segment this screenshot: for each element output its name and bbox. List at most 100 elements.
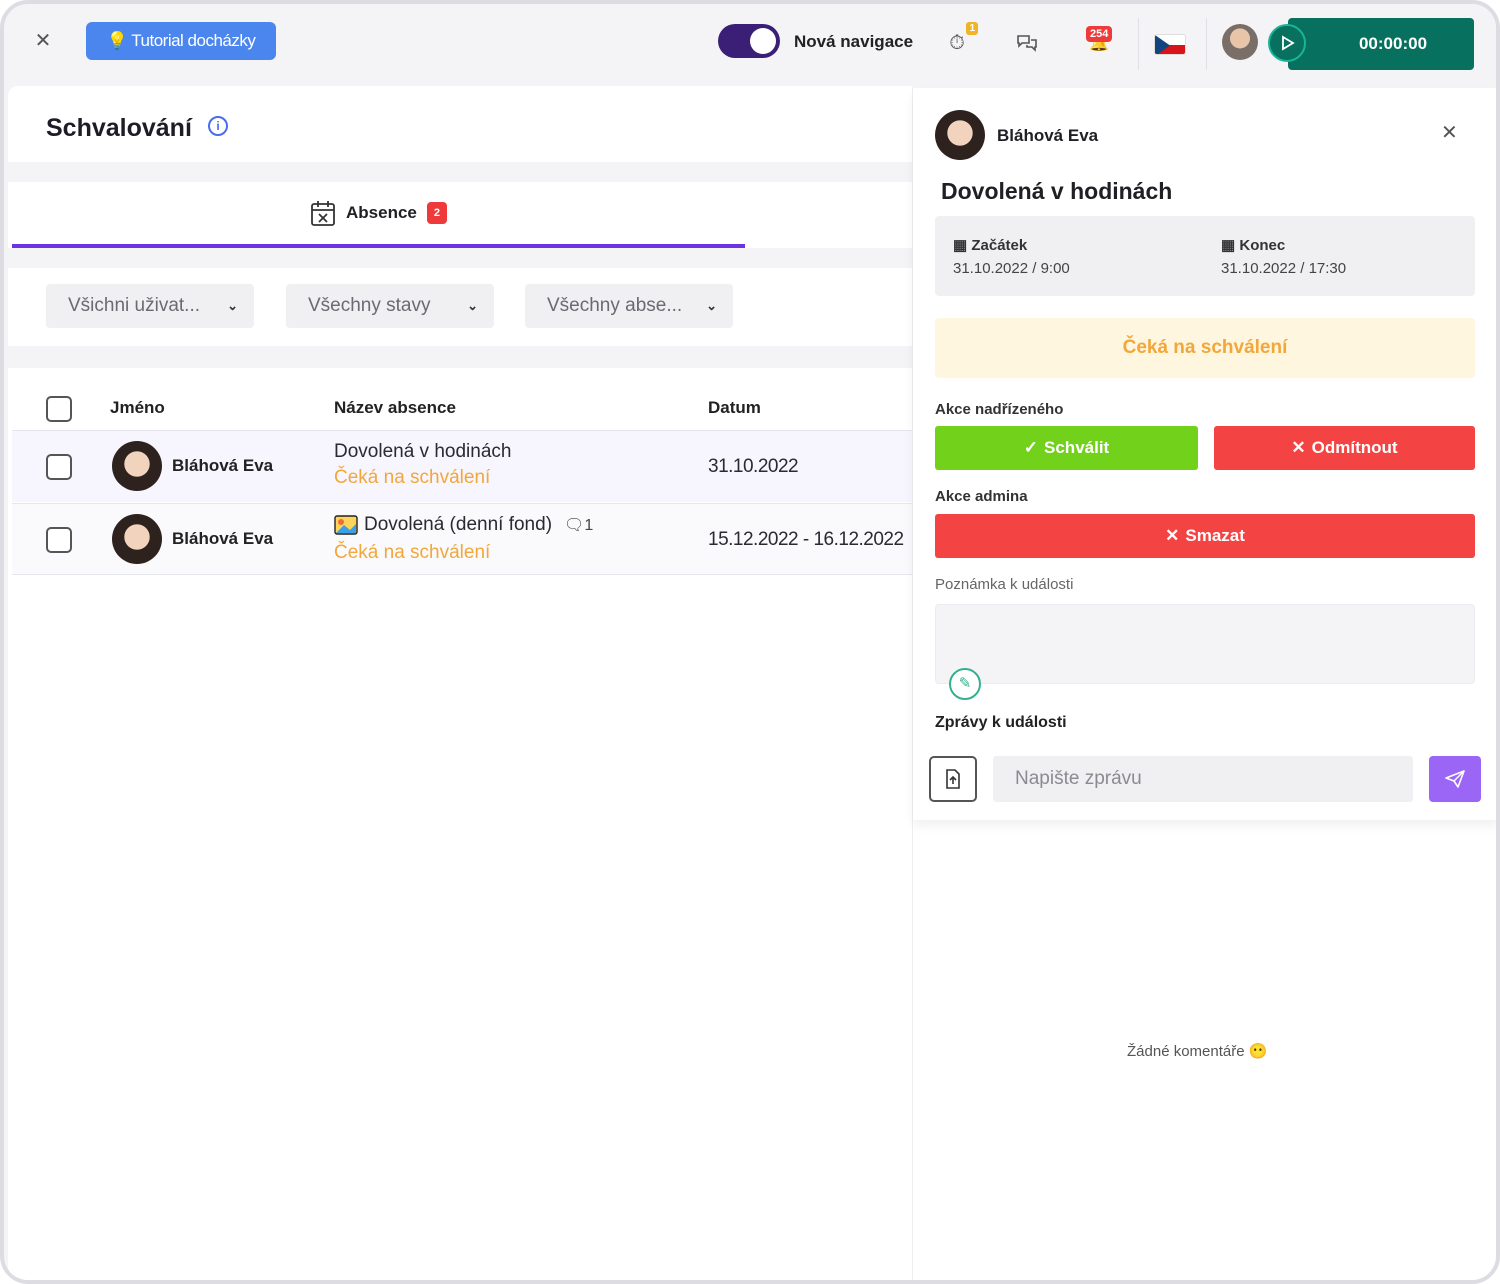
end-label: Konec xyxy=(1239,237,1286,254)
play-icon xyxy=(1282,35,1295,51)
close-detail-icon[interactable]: ✕ xyxy=(1441,120,1458,145)
placeholder-emoji-icon: 😶 xyxy=(1248,1043,1268,1060)
end-label-wrap: ▦ Konec xyxy=(1221,236,1285,254)
page-title: Schvalování xyxy=(46,114,192,142)
chevron-down-icon: ⌄ xyxy=(467,298,478,313)
notifications-badge: 254 xyxy=(1086,26,1113,42)
file-upload-icon xyxy=(946,769,960,789)
end-value: 31.10.2022 / 17:30 xyxy=(1221,260,1347,277)
table-row[interactable]: Bláhová Eva Dovolená v hodinách Čeká na … xyxy=(12,430,912,502)
filter-bar: Všichni uživat... ⌄ Všechny stavy ⌄ Všec… xyxy=(12,268,912,346)
approve-label: Schválit xyxy=(1044,438,1110,457)
alerts-button[interactable]: ⏱ 1 xyxy=(942,22,978,58)
new-navigation-toggle[interactable] xyxy=(718,24,780,58)
timer-display[interactable]: 00:00:00 xyxy=(1288,18,1474,70)
row-absence-name: Dovolená v hodinách xyxy=(334,441,512,462)
tab-absence-label: Absence xyxy=(346,203,417,222)
row-checkbox[interactable] xyxy=(46,527,72,553)
check-icon: ✓ xyxy=(1023,438,1039,457)
absence-detail-card: Bláhová Eva ✕ Dovolená v hodinách ▦ Začá… xyxy=(913,88,1496,820)
row-absence-name: Dovolená (denní fond) xyxy=(364,514,553,535)
vacation-icon xyxy=(334,515,358,535)
supervisor-actions-label: Akce nadřízeného xyxy=(935,401,1064,418)
select-all-checkbox[interactable] xyxy=(46,396,72,422)
row-absence-cell: Dovolená (denní fond) 🗨1 xyxy=(334,514,593,536)
tutorial-button[interactable]: 💡 Tutorial docházky xyxy=(86,22,276,60)
row-status: Čeká na schválení xyxy=(334,467,491,488)
approvals-panel: Schvalování i Absence 2 Všichni uživat..… xyxy=(8,86,912,1280)
divider xyxy=(1138,18,1139,70)
send-button[interactable] xyxy=(1429,756,1481,802)
delete-button[interactable]: ✕ Smazat xyxy=(935,514,1475,558)
reject-label: Odmítnout xyxy=(1311,438,1398,457)
new-navigation-label: Nová navigace xyxy=(794,32,914,51)
x-icon: ✕ xyxy=(1165,526,1180,545)
no-comments-label: Žádné komentáře xyxy=(1127,1043,1245,1060)
comment-icon: 🗨 xyxy=(564,517,585,534)
attach-file-button[interactable] xyxy=(929,756,977,802)
alerts-badge: 1 xyxy=(966,22,978,35)
status-filter-value: Všechny stavy xyxy=(308,295,431,316)
no-comments-text: Žádné komentáře 😶 xyxy=(1127,1042,1267,1060)
reject-button[interactable]: ✕ Odmítnout xyxy=(1214,426,1475,470)
avatar xyxy=(112,514,162,564)
absence-table: Jméno Název absence Datum Bláhová Eva Do… xyxy=(12,368,912,576)
status-filter[interactable]: Všechny stavy ⌄ xyxy=(286,284,494,328)
info-icon[interactable]: i xyxy=(208,116,228,136)
x-icon: ✕ xyxy=(1291,438,1306,457)
row-user-name: Bláhová Eva xyxy=(172,456,274,475)
detail-panel: Bláhová Eva ✕ Dovolená v hodinách ▦ Začá… xyxy=(912,88,1496,1280)
column-header-date: Datum xyxy=(708,398,761,417)
comments-count: 1 xyxy=(584,517,594,534)
status-badge: Čeká na schválení xyxy=(935,318,1475,378)
tab-absence[interactable]: Absence 2 xyxy=(12,182,745,248)
calendar-icon: ▦ xyxy=(1221,237,1236,254)
users-filter[interactable]: Všichni uživat... ⌄ xyxy=(46,284,254,328)
column-header-name: Jméno xyxy=(110,398,165,417)
divider xyxy=(1206,18,1207,70)
close-icon[interactable]: ✕ xyxy=(32,30,54,52)
tab-bar: Absence 2 xyxy=(12,182,912,248)
note-textarea[interactable] xyxy=(935,604,1475,684)
absence-type-filter[interactable]: Všechny abse... ⌄ xyxy=(525,284,733,328)
pencil-icon[interactable]: ✎ xyxy=(949,668,981,700)
chat-bubbles-icon xyxy=(1017,35,1037,52)
start-value: 31.10.2022 / 9:00 xyxy=(953,260,1070,277)
message-input[interactable] xyxy=(993,756,1413,802)
lightbulb-icon: 💡 xyxy=(106,31,128,50)
calendar-x-icon xyxy=(311,201,335,226)
start-label: Začátek xyxy=(971,237,1028,254)
avatar xyxy=(935,110,985,160)
chat-button[interactable] xyxy=(1012,28,1042,58)
row-status: Čeká na schválení xyxy=(334,542,491,563)
row-user-name: Bláhová Eva xyxy=(172,529,274,548)
toggle-knob xyxy=(750,28,776,54)
users-filter-value: Všichni uživat... xyxy=(68,295,200,316)
column-header-absence: Název absence xyxy=(334,398,456,417)
table-row[interactable]: Bláhová Eva Dovolená (denní fond) 🗨1 Ček… xyxy=(12,503,912,575)
chevron-down-icon: ⌄ xyxy=(227,298,238,313)
note-label: Poznámka k události xyxy=(935,576,1074,593)
row-checkbox[interactable] xyxy=(46,454,72,480)
start-label-wrap: ▦ Začátek xyxy=(953,236,1027,254)
page-header: Schvalování i xyxy=(12,88,912,162)
tab-absence-badge: 2 xyxy=(426,202,447,224)
absence-type-filter-value: Všechny abse... xyxy=(547,295,683,316)
approve-button[interactable]: ✓ Schválit xyxy=(935,426,1198,470)
messages-label: Zprávy k události xyxy=(935,714,1067,731)
detail-title: Dovolená v hodinách xyxy=(941,178,1173,204)
send-icon xyxy=(1445,770,1465,788)
date-range: ▦ Začátek 31.10.2022 / 9:00 ▦ Konec 31.1… xyxy=(935,216,1475,296)
language-flag-cz[interactable] xyxy=(1154,34,1186,55)
comments-indicator[interactable]: 🗨1 xyxy=(564,515,593,535)
tutorial-label: Tutorial docházky xyxy=(131,31,256,50)
row-date: 15.12.2022 - 16.12.2022 xyxy=(708,529,904,550)
play-button[interactable] xyxy=(1268,24,1306,62)
calendar-icon: ▦ xyxy=(953,237,968,254)
avatar xyxy=(112,441,162,491)
delete-label: Smazat xyxy=(1185,526,1245,545)
user-avatar[interactable] xyxy=(1222,24,1258,60)
detail-user-name: Bláhová Eva xyxy=(997,126,1099,145)
app-frame: ✕ 💡 Tutorial docházky Nová navigace ⏱ 1 … xyxy=(0,0,1500,1284)
top-bar: ✕ 💡 Tutorial docházky Nová navigace ⏱ 1 … xyxy=(4,4,1496,86)
